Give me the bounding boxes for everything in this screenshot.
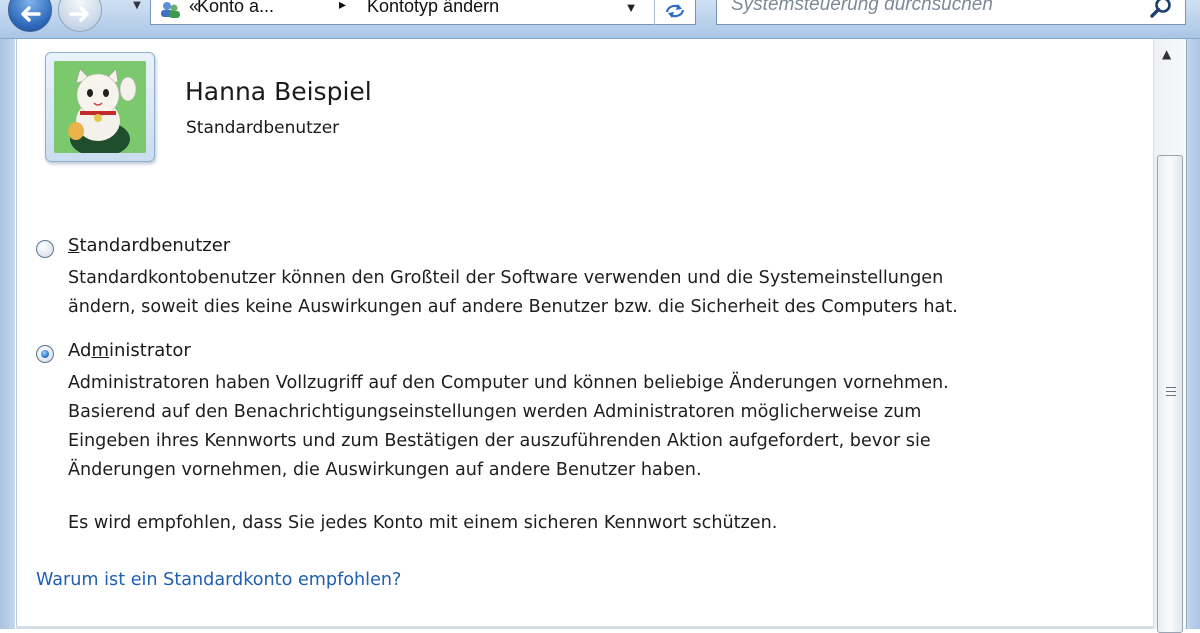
description-line: Standardkontobenutzer können den Großtei… [68,268,944,288]
grip-icon [1166,387,1176,397]
window-frame-left [0,39,15,629]
access-key-m: m [91,340,109,361]
chevron-down-icon: ▼ [133,0,141,11]
breadcrumb-item-change-type[interactable]: Kontotyp ändern [367,0,499,17]
search-icon[interactable] [1149,0,1175,20]
user-account-type: Standardbenutzer [186,118,340,138]
why-standard-account-link[interactable]: Warum ist ein Standardkonto empfohlen? [36,570,401,590]
recent-pages-dropdown[interactable]: ▼ [129,0,145,14]
scroll-thumb[interactable] [1157,155,1183,633]
administrator-description: Administratoren haben Vollzugriff auf de… [68,369,949,485]
description-line: ändern, soweit dies keine Auswirkungen a… [68,297,958,317]
search-box[interactable]: Systemsteuerung durchsuchen [716,0,1186,25]
radio-standard-user[interactable] [36,240,54,258]
avatar [45,52,155,162]
lucky-cat-picture [54,61,146,153]
standard-user-description: Standardkontobenutzer können den Großtei… [68,264,958,322]
radio-administrator[interactable] [36,345,54,363]
description-line: Basierend auf den Benachrichtigungseinst… [68,402,922,422]
breadcrumb-item-accounts[interactable]: Konto a... [197,0,274,17]
navigation-toolbar: ▼ « Konto a... ▸ Kontotyp ändern ▼ Syste… [0,0,1200,39]
arrow-right-icon [69,6,89,22]
content-panel: Hanna Beispiel Standardbenutzer Standard… [16,39,1153,629]
label-text: Ad [68,340,92,361]
back-button[interactable] [8,0,52,32]
label-text: inistrator [108,340,191,361]
password-recommendation: Es wird empfohlen, dass Sie jedes Konto … [68,513,778,533]
address-history-dropdown[interactable]: ▼ [621,0,641,15]
user-accounts-icon [161,2,180,18]
scroll-up-arrow-icon[interactable]: ▲ [1162,47,1171,61]
label-text: tandardbenutzer [79,235,231,256]
search-input[interactable]: Systemsteuerung durchsuchen [731,0,993,16]
vertical-scrollbar[interactable]: ▲ [1153,39,1186,633]
access-key-s: S [68,235,80,256]
cat-icon [54,61,146,153]
refresh-icon [665,4,685,18]
description-line: Änderungen vornehmen, die Auswirkungen a… [68,460,702,480]
forward-button[interactable] [58,0,102,32]
breadcrumb-separator-icon[interactable]: ▸ [339,0,346,13]
radio-administrator-label[interactable]: Administrator [68,340,191,361]
window-frame-right [1186,39,1200,629]
refresh-button[interactable] [654,0,695,25]
description-line: Administratoren haben Vollzugriff auf de… [68,373,949,393]
user-name: Hanna Beispiel [185,77,372,106]
radio-selected-dot [41,350,49,358]
arrow-left-icon [21,6,41,22]
radio-standard-user-label[interactable]: Standardbenutzer [68,235,230,256]
description-line: Eingeben ihres Kennworts und zum Bestäti… [68,431,931,451]
address-bar[interactable]: « Konto a... ▸ Kontotyp ändern ▼ [150,0,696,25]
